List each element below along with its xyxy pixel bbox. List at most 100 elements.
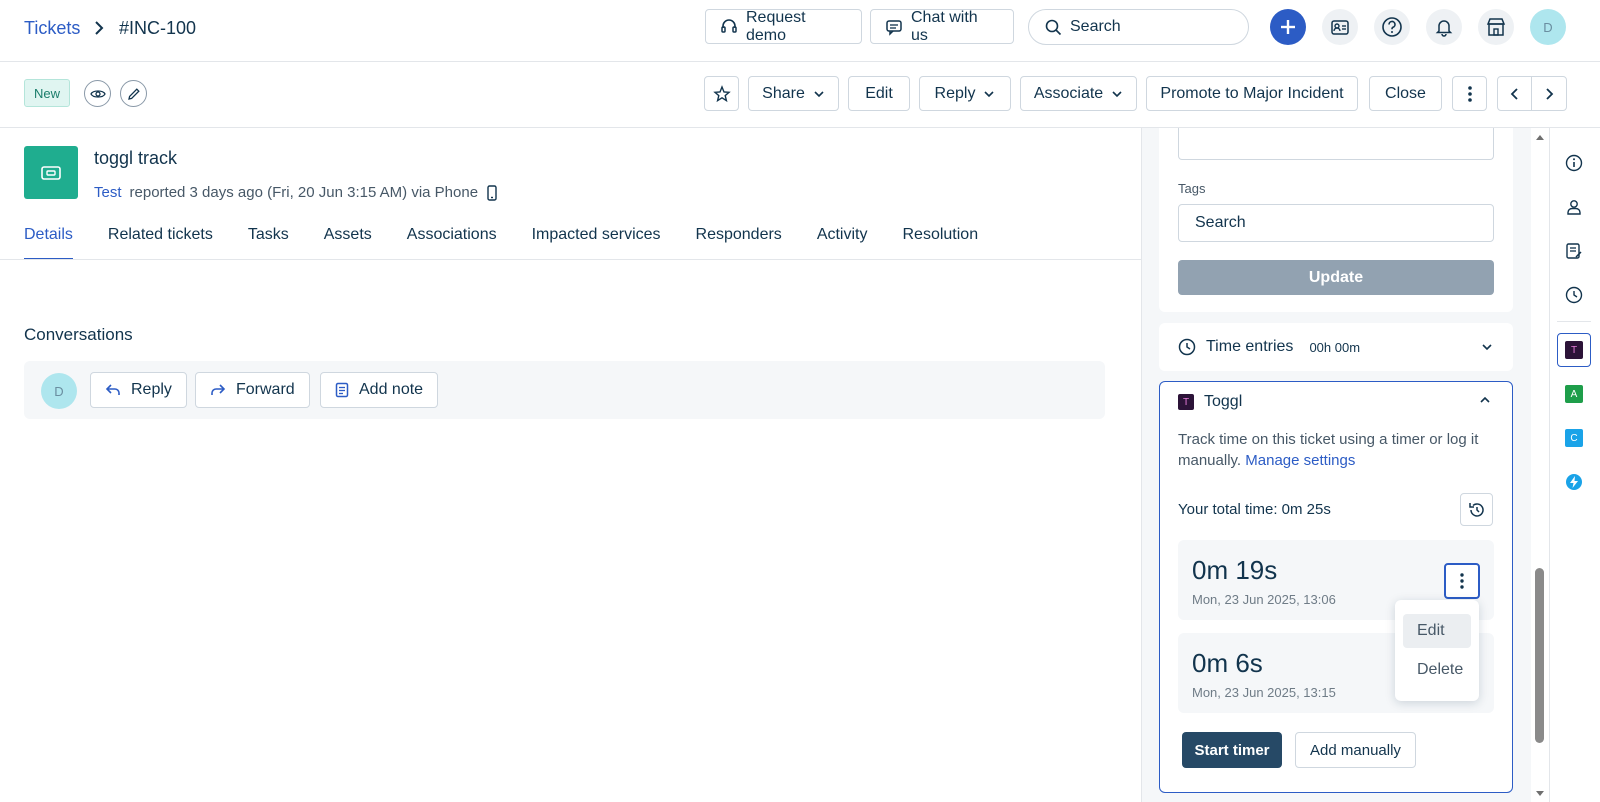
tab-related-tickets[interactable]: Related tickets — [108, 226, 213, 260]
global-search-placeholder: Search — [1070, 18, 1121, 35]
watch-button[interactable] — [84, 80, 111, 107]
toggl-header[interactable]: T Toggl — [1178, 393, 1242, 411]
scroll-up-arrow-icon[interactable] — [1535, 133, 1545, 141]
star-icon — [712, 84, 731, 103]
pencil-icon — [127, 87, 141, 101]
reporter-link[interactable]: Test — [94, 184, 122, 201]
entry-duration: 0m 19s — [1192, 555, 1278, 585]
contacts-button[interactable] — [1322, 9, 1358, 45]
tab-responders[interactable]: Responders — [696, 226, 782, 260]
help-button[interactable] — [1374, 9, 1410, 45]
chevron-down-icon — [983, 88, 995, 100]
tab-details[interactable]: Details — [24, 226, 73, 260]
refresh-history-button[interactable] — [1460, 493, 1493, 526]
breadcrumb-current: #INC-100 — [119, 18, 197, 38]
notifications-button[interactable] — [1426, 9, 1462, 45]
entry-options-menu: Edit Delete — [1395, 600, 1479, 701]
conversation-reply-label: Reply — [131, 381, 172, 398]
add-manually-button[interactable]: Add manually — [1295, 732, 1416, 768]
agent-avatar: D — [41, 373, 77, 409]
reply-dropdown-button[interactable]: Reply — [919, 76, 1011, 111]
update-button[interactable]: Update — [1178, 260, 1494, 295]
scrollbar-thumb[interactable] — [1535, 568, 1544, 743]
rail-app-a[interactable]: A — [1562, 382, 1586, 406]
forward-button[interactable]: Forward — [195, 372, 310, 408]
add-note-label: Add note — [359, 381, 424, 398]
share-button[interactable]: Share — [748, 76, 839, 111]
toggl-description: Track time on this ticket using a timer … — [1178, 429, 1502, 471]
entry-options-button[interactable] — [1444, 563, 1480, 599]
total-time: Your total time: 0m 25s — [1178, 501, 1331, 518]
note-icon — [335, 382, 349, 398]
ticket-pager — [1497, 76, 1567, 111]
next-ticket-button[interactable] — [1532, 77, 1566, 110]
menu-item-delete[interactable]: Delete — [1403, 653, 1471, 687]
previous-ticket-button[interactable] — [1498, 77, 1533, 110]
close-ticket-button[interactable]: Close — [1369, 76, 1442, 111]
chevron-left-icon — [1510, 87, 1518, 100]
breadcrumb-tickets-link[interactable]: Tickets — [24, 18, 80, 39]
rail-app-toggl[interactable]: T — [1557, 333, 1591, 367]
chat-with-us-label: Chat with us — [911, 8, 978, 44]
chevron-down-icon — [1481, 341, 1493, 353]
conversation-reply-button[interactable]: Reply — [90, 372, 187, 408]
global-search-input[interactable]: Search — [1028, 9, 1249, 45]
reported-text: reported 3 days ago (Fri, 20 Jun 3:15 AM… — [129, 184, 479, 201]
promote-major-incident-button[interactable]: Promote to Major Incident — [1146, 76, 1358, 111]
chevron-down-icon — [813, 88, 825, 100]
more-actions-button[interactable] — [1452, 76, 1487, 111]
edit-label: Edit — [865, 84, 893, 102]
bell-icon — [1434, 17, 1454, 37]
associate-button[interactable]: Associate — [1020, 76, 1137, 111]
chevron-up-icon[interactable] — [1479, 394, 1491, 406]
new-item-button[interactable] — [1270, 9, 1306, 45]
vertical-dots-icon — [1459, 572, 1465, 590]
timesheet-button[interactable] — [1562, 283, 1586, 307]
rail-app-c[interactable]: C — [1562, 426, 1586, 450]
user-avatar[interactable]: D — [1530, 9, 1566, 45]
favorite-button[interactable] — [704, 76, 739, 111]
contact-card-icon — [1330, 17, 1350, 37]
vertical-dots-icon — [1467, 85, 1473, 103]
marketplace-button[interactable] — [1478, 9, 1514, 45]
edit-title-button[interactable] — [120, 80, 147, 107]
edit-button[interactable]: Edit — [848, 76, 910, 111]
menu-item-edit[interactable]: Edit — [1403, 614, 1471, 648]
requester-info-button[interactable] — [1562, 195, 1586, 219]
chat-with-us-button[interactable]: Chat with us — [870, 9, 1014, 44]
note-edit-icon — [1565, 242, 1583, 260]
status-badge: New — [24, 79, 71, 107]
clock-icon — [1178, 338, 1196, 356]
tab-tasks[interactable]: Tasks — [248, 226, 289, 260]
chevron-down-icon — [1111, 88, 1123, 100]
tab-associations[interactable]: Associations — [407, 226, 497, 260]
forward-label: Forward — [236, 381, 295, 398]
tab-assets[interactable]: Assets — [324, 226, 372, 260]
app-a-icon: A — [1565, 385, 1583, 403]
scroll-down-arrow-icon[interactable] — [1535, 790, 1545, 798]
tags-label: Tags — [1178, 181, 1206, 196]
tags-input[interactable]: Search — [1178, 204, 1494, 242]
ticket-info-button[interactable] — [1562, 151, 1586, 175]
manage-settings-link[interactable]: Manage settings — [1245, 452, 1355, 469]
tab-activity[interactable]: Activity — [817, 226, 868, 260]
reply-arrow-icon — [105, 383, 121, 397]
add-note-button[interactable]: Add note — [320, 372, 439, 408]
eye-icon — [89, 86, 106, 102]
share-label: Share — [762, 84, 805, 102]
tab-resolution[interactable]: Resolution — [902, 226, 978, 260]
chevron-right-icon — [92, 19, 106, 37]
rail-app-bolt[interactable] — [1562, 470, 1586, 494]
time-entries-section[interactable]: Time entries 00h 00m — [1159, 323, 1513, 371]
request-demo-button[interactable]: Request demo — [705, 9, 862, 44]
reply-label: Reply — [934, 84, 976, 102]
user-icon — [1565, 198, 1583, 216]
toggl-logo-icon: T — [1178, 394, 1194, 410]
chevron-right-icon — [1546, 87, 1554, 100]
entry-date: Mon, 23 Jun 2025, 13:15 — [1192, 685, 1336, 700]
tags-placeholder: Search — [1195, 214, 1246, 231]
property-field[interactable] — [1178, 128, 1494, 160]
tab-impacted-services[interactable]: Impacted services — [532, 226, 661, 260]
start-timer-button[interactable]: Start timer — [1182, 732, 1282, 768]
notes-button[interactable] — [1562, 239, 1586, 263]
